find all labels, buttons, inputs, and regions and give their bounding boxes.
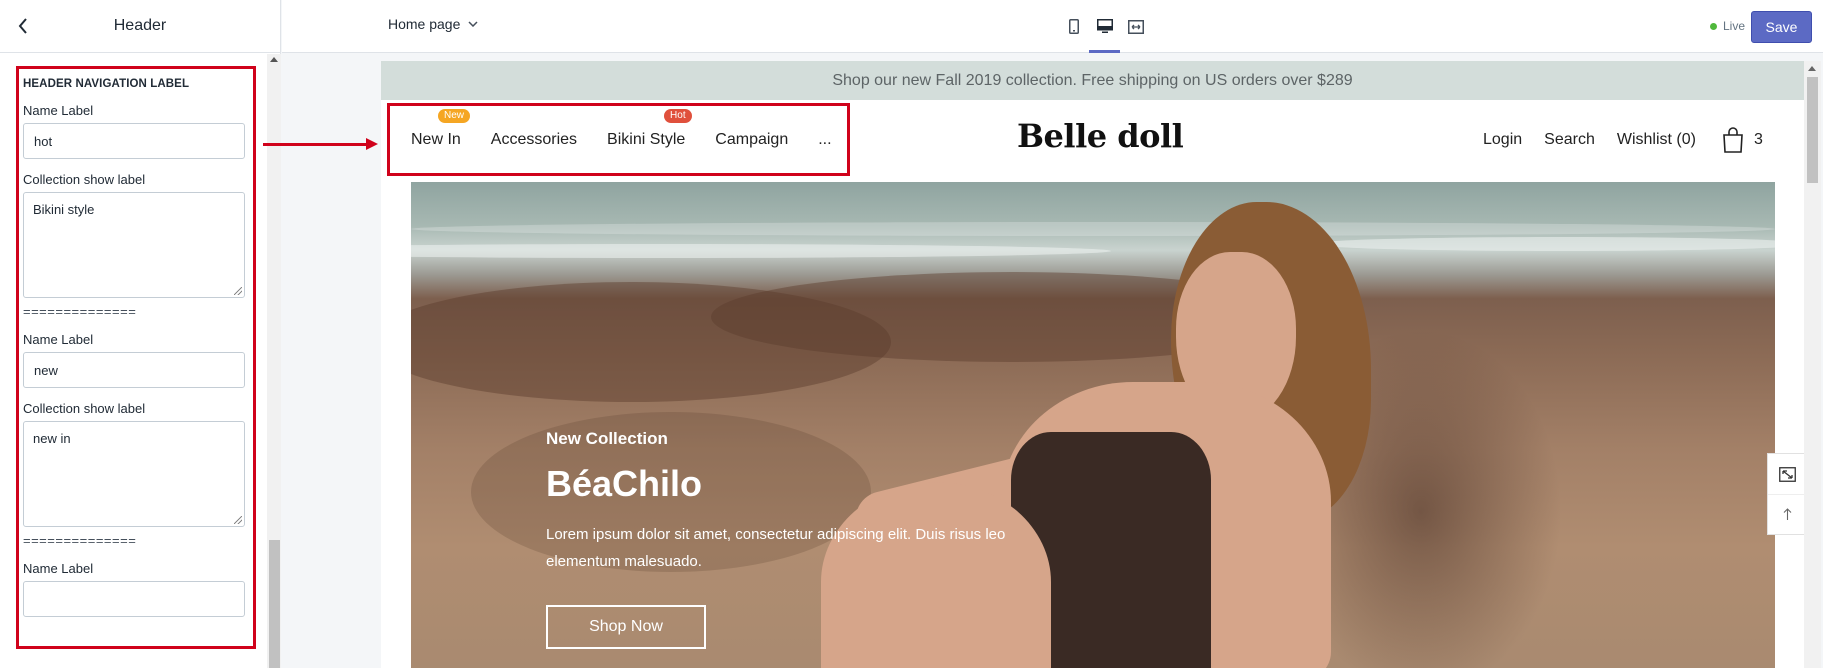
- separator: ==============: [23, 533, 137, 548]
- arrow-up-icon: [1783, 508, 1791, 520]
- expand-button[interactable]: [1768, 454, 1806, 494]
- collection-value-2: new in: [33, 431, 71, 446]
- store-header: New New In Accessories Hot Bikini Style …: [381, 100, 1804, 180]
- page-selector-label: Home page: [388, 16, 461, 32]
- sidebar-header: Header: [0, 0, 280, 53]
- hot-badge: Hot: [664, 109, 692, 123]
- nav-item-new-in[interactable]: New New In: [411, 109, 471, 149]
- annotation-arrow-line: [263, 143, 370, 146]
- editor-topbar: Home page Live Save: [282, 0, 1823, 53]
- hero-wave: [411, 244, 1111, 258]
- collection-label-1: Collection show label: [23, 172, 146, 187]
- nav-item-label: Bikini Style: [607, 131, 686, 148]
- sidebar-title: Header: [113, 17, 167, 34]
- sidebar-scrollbar[interactable]: [267, 54, 281, 668]
- fullwidth-view-icon: [1127, 19, 1144, 34]
- desktop-view-icon: [1096, 19, 1113, 33]
- viewport-switcher: [1058, 0, 1151, 53]
- page-selector[interactable]: Home page: [388, 16, 478, 32]
- annotation-arrow-head-icon: [366, 138, 378, 150]
- login-link[interactable]: Login: [1483, 131, 1522, 149]
- main-navigation: New New In Accessories Hot Bikini Style …: [411, 100, 832, 180]
- announcement-bar: Shop our new Fall 2019 collection. Free …: [381, 61, 1804, 100]
- back-to-top-button[interactable]: [1768, 494, 1806, 534]
- back-button[interactable]: [12, 15, 34, 37]
- section-title: HEADER NAVIGATION LABEL: [23, 78, 190, 90]
- nav-item-label: Campaign: [715, 131, 789, 148]
- scroll-up-icon[interactable]: [1808, 66, 1816, 71]
- name-input-1[interactable]: [23, 123, 245, 159]
- name-label-3: Name Label: [23, 561, 94, 576]
- nav-item-label: New In: [411, 131, 461, 148]
- name-label-2: Name Label: [23, 332, 94, 347]
- resize-handle-icon[interactable]: [234, 516, 242, 524]
- mobile-view-icon: [1068, 19, 1079, 34]
- settings-sidebar: Header HEADER NAVIGATION LABEL Name Labe…: [0, 0, 281, 668]
- nav-item-bikini-style[interactable]: Hot Bikini Style: [607, 109, 692, 149]
- preview-scrollbar[interactable]: [1804, 61, 1821, 668]
- save-button[interactable]: Save: [1751, 11, 1812, 43]
- scroll-up-icon[interactable]: [270, 57, 278, 62]
- navigation-label-panel: HEADER NAVIGATION LABEL Name Label Colle…: [16, 66, 256, 649]
- name-input-2[interactable]: [23, 352, 245, 388]
- fullwidth-view-button[interactable]: [1120, 0, 1151, 53]
- new-badge: New: [438, 109, 471, 123]
- scroll-thumb[interactable]: [269, 540, 280, 668]
- live-label: Live: [1723, 19, 1746, 33]
- hero-description: Lorem ipsum dolor sit amet, consectetur …: [546, 526, 1006, 570]
- storefront-preview: Shop our new Fall 2019 collection. Free …: [381, 61, 1804, 668]
- resize-handle-icon[interactable]: [234, 287, 242, 295]
- nav-item-more[interactable]: ...: [818, 131, 831, 149]
- cart-count: 3: [1753, 131, 1763, 148]
- hero-wave: [411, 222, 1775, 236]
- live-dot-icon: [1710, 22, 1717, 30]
- wishlist-link[interactable]: Wishlist (0): [1617, 131, 1696, 149]
- hero-content: New Collection BéaChilo Lorem ipsum dolo…: [546, 429, 1006, 649]
- chevron-down-icon: [468, 21, 478, 27]
- collection-value-1: Bikini style: [33, 202, 95, 217]
- live-status: Live: [1710, 19, 1745, 33]
- collection-label-2: Collection show label: [23, 401, 146, 416]
- nav-item-label: Accessories: [490, 131, 578, 148]
- sidebar-body: HEADER NAVIGATION LABEL Name Label Colle…: [0, 54, 281, 668]
- nav-item-label: ...: [818, 131, 832, 148]
- separator: ==============: [23, 304, 137, 319]
- hero-wave: [1311, 237, 1775, 251]
- store-logo[interactable]: Belle doll: [1017, 117, 1184, 155]
- mobile-view-button[interactable]: [1058, 0, 1089, 53]
- desktop-view-button[interactable]: [1089, 0, 1120, 53]
- nav-item-accessories[interactable]: Accessories: [491, 131, 577, 149]
- expand-icon: [1778, 466, 1796, 482]
- nav-item-campaign[interactable]: Campaign: [715, 131, 788, 149]
- name-input-3[interactable]: [23, 581, 245, 617]
- cart-button[interactable]: 3: [1722, 127, 1763, 153]
- name-label-1: Name Label: [23, 103, 94, 118]
- search-link[interactable]: Search: [1544, 131, 1595, 149]
- shop-now-button[interactable]: Shop Now: [546, 605, 706, 649]
- chevron-left-icon: [18, 18, 27, 34]
- floating-tools: [1767, 453, 1807, 535]
- hero-banner: New Collection BéaChilo Lorem ipsum dolo…: [411, 182, 1775, 668]
- scroll-thumb[interactable]: [1807, 77, 1818, 183]
- account-navigation: Login Search Wishlist (0) 3: [1483, 100, 1763, 180]
- hero-title: BéaChilo: [546, 463, 703, 504]
- cart-bag-icon: [1723, 127, 1743, 153]
- collection-textarea-1[interactable]: Bikini style: [23, 192, 245, 298]
- hero-kicker: New Collection: [546, 429, 668, 448]
- collection-textarea-2[interactable]: new in: [23, 421, 245, 527]
